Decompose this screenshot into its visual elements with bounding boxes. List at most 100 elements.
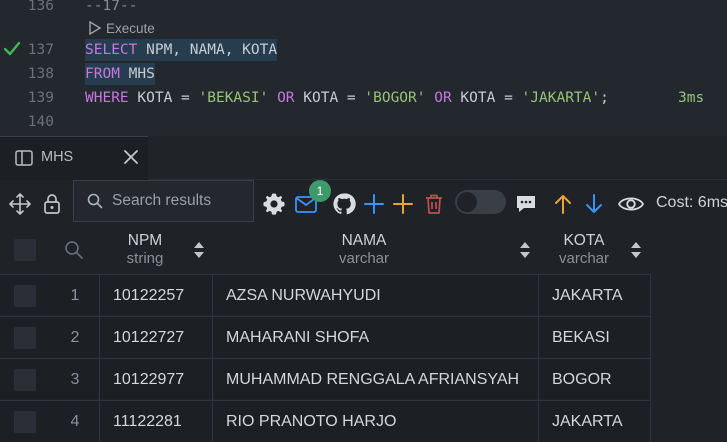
row-checkbox[interactable] (14, 285, 36, 307)
gear-icon[interactable] (262, 192, 286, 216)
column-divider (212, 274, 213, 442)
sql-keyword: WHERE (85, 90, 129, 106)
sql-keyword: OR (434, 90, 452, 106)
cell-npm[interactable]: 10122257 (113, 275, 184, 316)
row-checkbox[interactable] (14, 327, 36, 349)
row-number: 1 (70, 287, 80, 304)
code-line: 138 FROM MHS (0, 63, 727, 85)
move-icon[interactable] (8, 192, 32, 216)
code-text: FROM MHS (85, 63, 155, 85)
sql-keyword: FROM (85, 66, 120, 82)
sql-editor[interactable]: 136 --17-- Execute 137 SELECT NPM, NAMA,… (0, 0, 727, 136)
sql-string: 'BEKASI' (198, 90, 269, 106)
line-number: 137 (27, 42, 54, 58)
sql-token: ; (600, 90, 609, 106)
tab-label: MHS (41, 149, 74, 165)
execute-label: Execute (106, 20, 155, 36)
column-divider (99, 274, 100, 442)
column-type: string (126, 250, 164, 267)
code-text: --17-- (85, 0, 137, 17)
row-checkbox[interactable] (14, 411, 36, 433)
cell-kota[interactable]: BOGOR (552, 359, 612, 400)
toggle-knob (457, 192, 477, 212)
row-number: 2 (70, 329, 80, 346)
sort-icon[interactable] (193, 240, 205, 260)
line-number: 139 (27, 90, 54, 106)
column-type: varchar (558, 250, 610, 267)
result-tab-bar: MHS (0, 136, 727, 180)
code-line: 136 --17-- (0, 0, 727, 17)
eye-icon[interactable] (617, 192, 645, 216)
search-icon[interactable] (64, 240, 84, 260)
cell-nama[interactable]: RIO PRANOTO HARJO (226, 401, 396, 442)
sql-keyword: SELECT (85, 42, 138, 58)
line-number: 140 (27, 114, 54, 130)
sort-icon[interactable] (630, 240, 642, 260)
cost-label: Cost: 6ms (656, 194, 727, 211)
close-icon[interactable] (120, 146, 142, 168)
row-checkbox[interactable] (14, 369, 36, 391)
execute-codelens[interactable]: Execute (88, 18, 155, 38)
sql-string: 'JAKARTA' (521, 90, 601, 106)
column-name: KOTA (563, 232, 605, 249)
line-number: 136 (27, 0, 54, 14)
sql-token: MHS (119, 66, 155, 82)
cell-nama[interactable]: AZSA NURWAHYUDI (226, 275, 381, 316)
panel-icon (15, 150, 33, 166)
row-number: 3 (70, 371, 80, 388)
column-name: NAMA (341, 232, 387, 249)
tab-mhs[interactable]: MHS (0, 136, 148, 180)
cell-nama[interactable]: MAHARANI SHOFA (226, 317, 369, 358)
table-row[interactable]: 1 10122257 AZSA NURWAHYUDI JAKARTA (0, 274, 651, 315)
cell-nama[interactable]: MUHAMMAD RENGGALA AFRIANSYAH (226, 359, 519, 400)
arrow-up-icon[interactable] (551, 192, 575, 216)
results-toolbar (0, 180, 727, 226)
code-line: 140 (0, 111, 727, 133)
toggle-switch[interactable] (455, 190, 506, 214)
line-number: 138 (27, 66, 54, 82)
table-row[interactable]: 4 11122281 RIO PRANOTO HARJO JAKARTA (0, 400, 651, 441)
add-row-icon[interactable] (362, 192, 386, 216)
search-input[interactable] (112, 189, 250, 213)
column-header-npm[interactable]: NPM string (105, 232, 185, 268)
lock-icon[interactable] (40, 192, 64, 216)
sql-token: KOTA = (294, 90, 365, 106)
table-row[interactable]: 3 10122977 MUHAMMAD RENGGALA AFRIANSYAH … (0, 358, 651, 399)
column-divider (650, 274, 651, 442)
cell-kota[interactable]: BEKASI (552, 317, 610, 358)
code-text: SELECT NPM, NAMA, KOTA (85, 39, 278, 61)
delete-icon[interactable] (422, 192, 446, 216)
table-row[interactable]: 2 10122727 MAHARANI SHOFA BEKASI (0, 316, 651, 357)
code-line: 137 SELECT NPM, NAMA, KOTA (0, 39, 727, 61)
cell-kota[interactable]: JAKARTA (552, 401, 623, 442)
arrow-down-icon[interactable] (582, 192, 606, 216)
sql-string: 'BOGOR' (364, 90, 426, 106)
select-all-checkbox[interactable] (14, 239, 36, 261)
cell-npm[interactable]: 11122281 (113, 401, 182, 442)
search-icon (87, 193, 103, 209)
grid-header: NPM string NAMA varchar KOTA varchar (0, 226, 651, 274)
sql-token: KOTA = (451, 90, 522, 106)
sql-token: KOTA = (128, 90, 199, 106)
cell-kota[interactable]: JAKARTA (552, 275, 623, 316)
sql-comment: --17-- (85, 0, 138, 14)
search-field[interactable] (73, 180, 254, 222)
sql-token: NPM, NAMA, KOTA (137, 42, 278, 58)
github-icon[interactable] (332, 192, 356, 216)
column-header-nama[interactable]: NAMA varchar (304, 232, 424, 268)
sort-icon[interactable] (519, 240, 531, 260)
column-type: varchar (338, 250, 390, 267)
add-column-icon[interactable] (391, 192, 415, 216)
column-divider (538, 274, 539, 442)
code-text: WHERE KOTA = 'BEKASI' OR KOTA = 'BOGOR' … (85, 87, 609, 109)
cell-npm[interactable]: 10122727 (113, 317, 184, 358)
play-icon (89, 21, 102, 35)
execution-time: 3ms (678, 90, 705, 106)
cell-npm[interactable]: 10122977 (113, 359, 184, 400)
row-number: 4 (70, 413, 80, 430)
comment-icon[interactable] (514, 192, 538, 216)
column-header-kota[interactable]: KOTA varchar (545, 232, 623, 268)
column-name: NPM (127, 232, 163, 249)
